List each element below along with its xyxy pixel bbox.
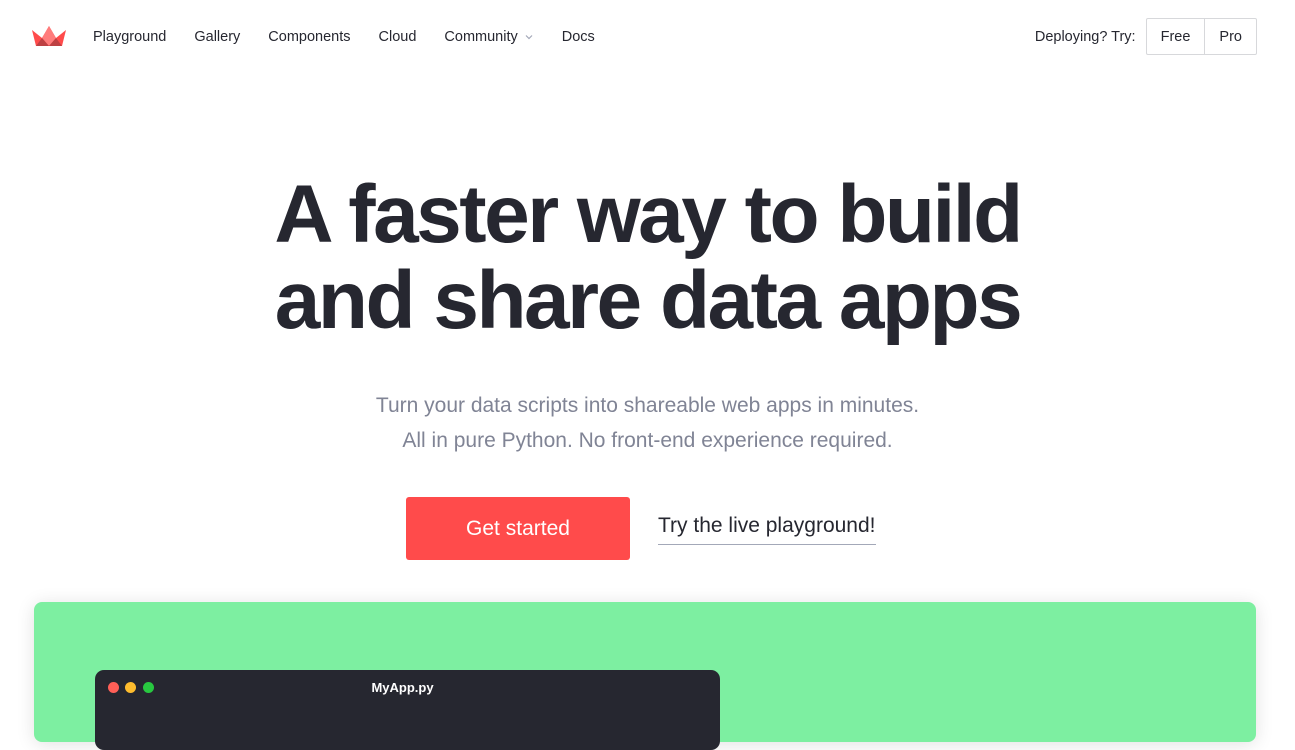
deploy-label: Deploying? Try: [1034, 28, 1136, 45]
nav-community-label: Community [444, 29, 518, 45]
nav-playground[interactable]: Playground [93, 29, 166, 45]
nav-cloud[interactable]: Cloud [379, 29, 417, 45]
nav-docs[interactable]: Docs [562, 29, 595, 45]
hero-subtitle-line-2: All in pure Python. No front-end experie… [402, 429, 893, 452]
deploy-options: Deploying? Try: Free Pro [1035, 18, 1257, 55]
top-navigation: Playground Gallery Components Cloud Comm… [0, 0, 1295, 74]
nav-components[interactable]: Components [268, 29, 350, 45]
get-started-button[interactable]: Get started [406, 497, 630, 560]
deploy-pro-button[interactable]: Pro [1204, 19, 1256, 54]
hero-title-line-1: A faster way to build [274, 169, 1023, 260]
deploy-segment: Free Pro [1145, 18, 1257, 55]
nav-gallery[interactable]: Gallery [194, 29, 240, 45]
live-playground-link[interactable]: Try the live playground! [658, 514, 876, 545]
nav-community[interactable]: Community [444, 29, 533, 45]
streamlit-logo-icon[interactable] [32, 26, 66, 46]
hero-title-line-2: and share data apps [274, 255, 1023, 346]
hero-subtitle-line-1: Turn your data scripts into shareable we… [375, 394, 920, 417]
hero-subtitle: Turn your data scripts into shareable we… [0, 388, 1295, 458]
app-window: MyApp.py [95, 670, 720, 750]
chevron-down-icon [525, 35, 533, 40]
deploy-free-button[interactable]: Free [1147, 19, 1205, 54]
hero-title: A faster way to build and share data app… [0, 172, 1295, 344]
window-title: MyApp.py [371, 680, 434, 695]
nav-links: Playground Gallery Components Cloud Comm… [93, 27, 623, 47]
